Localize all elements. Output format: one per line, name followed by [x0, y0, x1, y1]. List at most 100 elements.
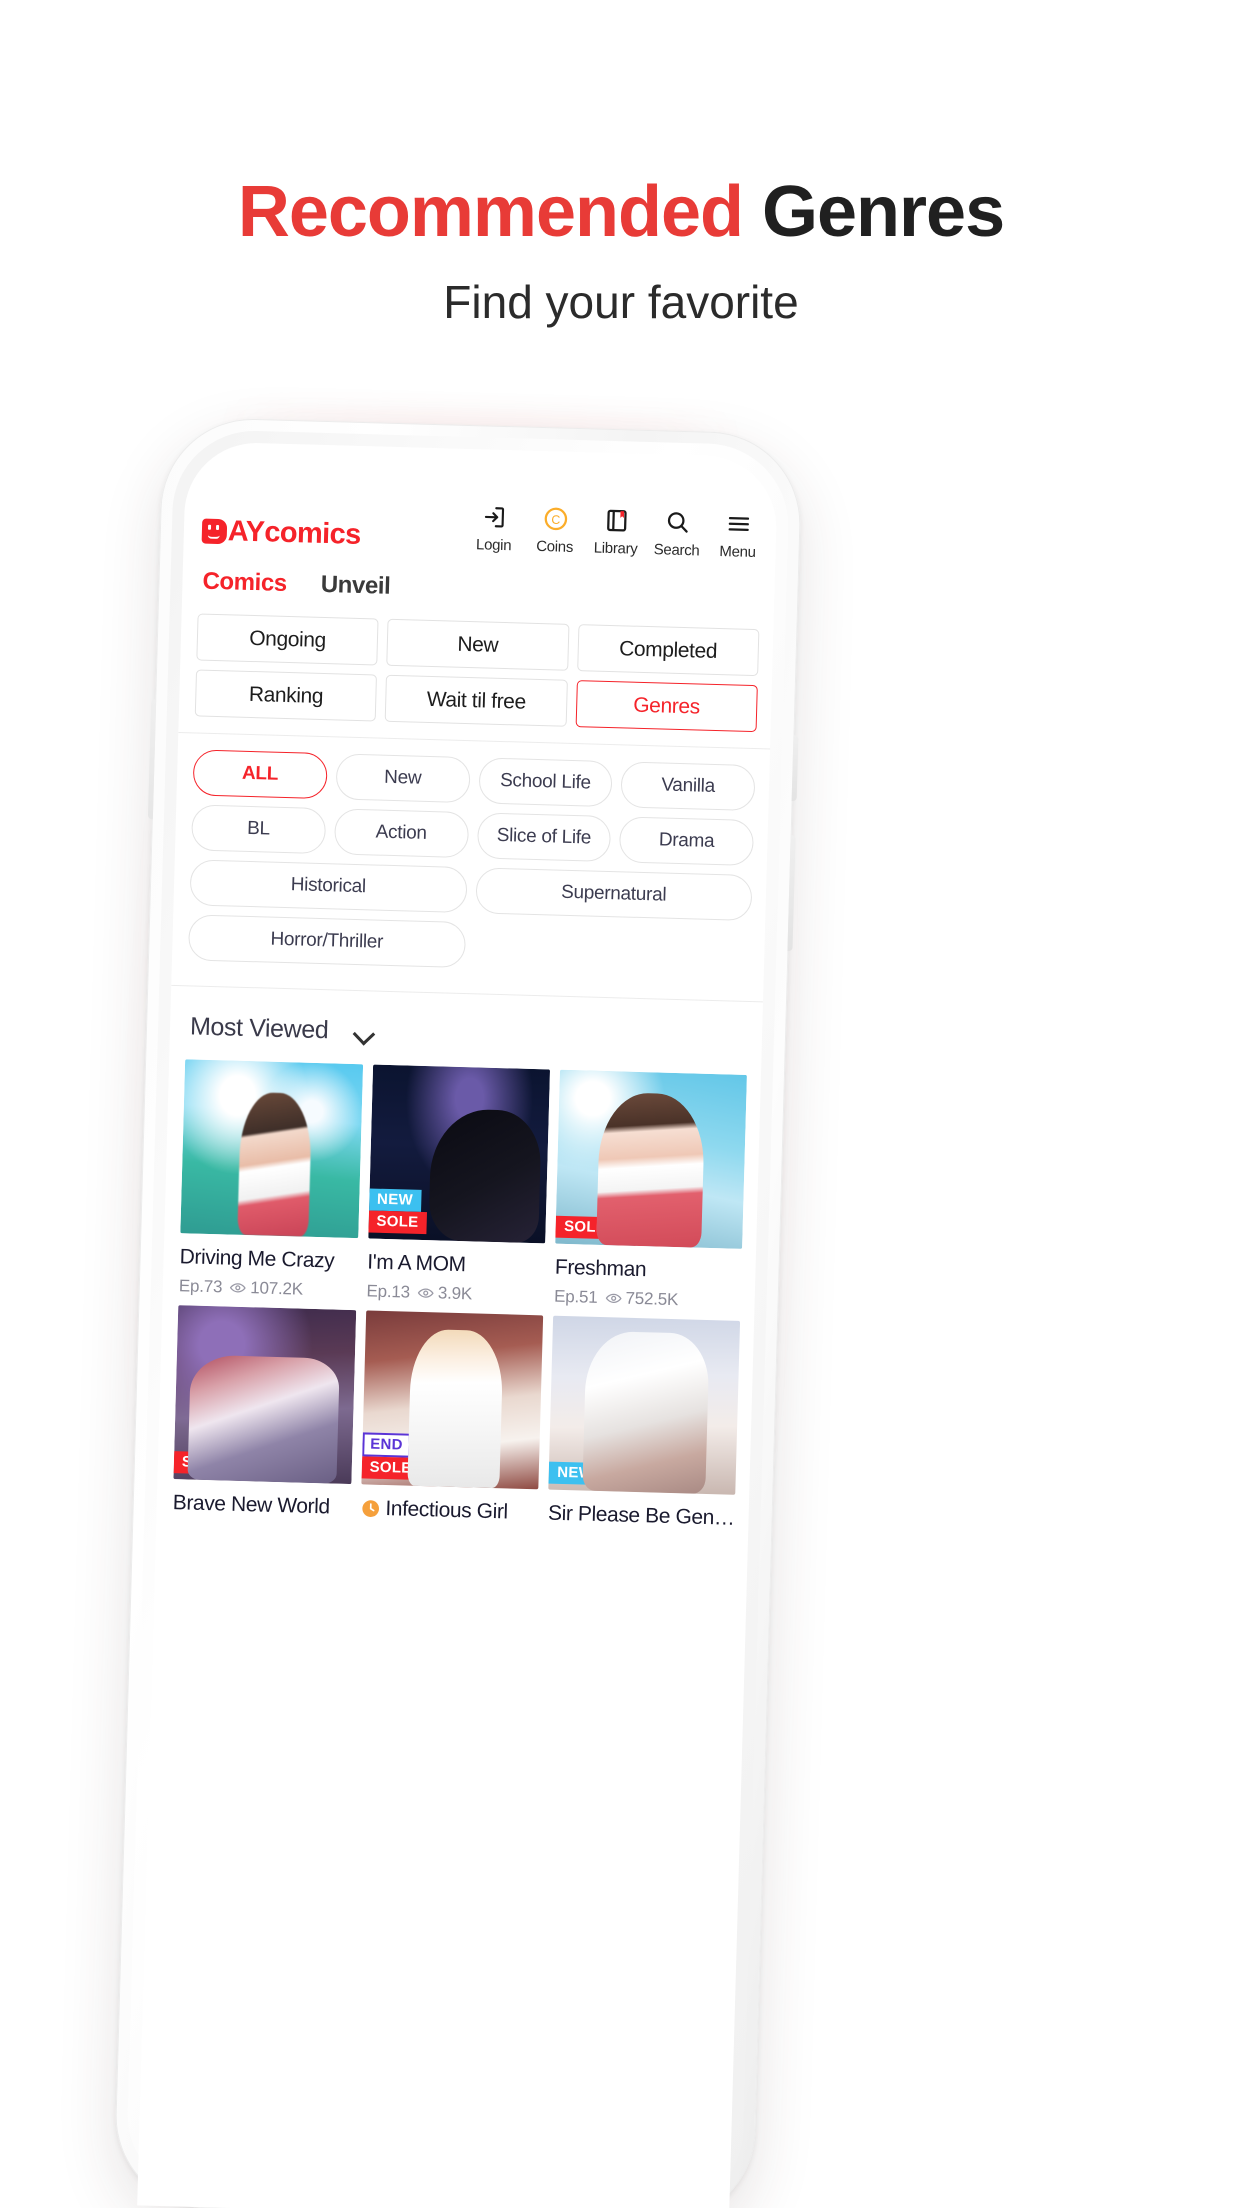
comic-card[interactable]: NEW Sir Please Be Gen…: [547, 1315, 741, 1531]
comic-episode: Ep.73: [178, 1276, 223, 1297]
genre-row-3: Historical Supernatural: [189, 859, 753, 922]
category-ranking[interactable]: Ranking: [194, 669, 378, 722]
nav-item-search[interactable]: Search: [653, 506, 700, 560]
comic-title: Infectious Girl: [360, 1496, 538, 1525]
comic-thumbnail: [180, 1059, 363, 1239]
comic-thumbnail: END SOLE: [361, 1310, 544, 1490]
genre-pill-slice-of-life[interactable]: Slice of Life: [476, 812, 612, 863]
svg-text:C: C: [551, 512, 560, 526]
badge-sole: SOLE: [368, 1210, 427, 1235]
comic-badges: NEW SOLE: [368, 1187, 427, 1235]
comic-badges: END SOLE: [361, 1431, 420, 1480]
comic-thumbnail: SOLE: [555, 1069, 747, 1249]
nav-label-search: Search: [653, 541, 700, 560]
comic-thumbnail: SOLE: [173, 1305, 356, 1485]
app-viewport: AY comics Login C Coins Library Search M…: [137, 441, 778, 2208]
genre-filter-list: ALL New School Life Vanilla BL Action Sl…: [187, 733, 756, 995]
tab-unveil[interactable]: Unveil: [320, 571, 390, 601]
app-nav-icons: Login C Coins Library Search Menu: [471, 501, 760, 563]
nav-label-library: Library: [593, 539, 638, 558]
genre-pill-bl[interactable]: BL: [191, 804, 326, 855]
page-title: Recommended Genres: [0, 172, 1242, 252]
sort-label: Most Viewed: [189, 1012, 329, 1045]
nav-item-login[interactable]: Login: [471, 501, 516, 554]
phone-body: AY comics Login C Coins Library Search M…: [113, 416, 803, 2208]
genre-pill-historical[interactable]: Historical: [189, 859, 468, 914]
genre-row-4: Horror/Thriller: [187, 914, 751, 976]
comic-meta: Ep.13 3.9K: [366, 1281, 544, 1306]
comic-title: Driving Me Crazy: [179, 1245, 335, 1273]
comic-badges: NEW: [548, 1461, 602, 1486]
genre-row-1: ALL New School Life Vanilla: [192, 749, 756, 812]
comic-card[interactable]: END SOLE Infectious Girl: [360, 1310, 544, 1525]
comic-thumbnail: NEW: [548, 1315, 741, 1495]
comic-card[interactable]: NEW SOLE I'm A MOM Ep.13 3.9K: [366, 1064, 551, 1307]
views-group: 752.5K: [605, 1288, 678, 1310]
comic-episode: Ep.51: [553, 1286, 598, 1307]
clock-icon: [362, 1500, 379, 1517]
genre-pill-vanilla[interactable]: Vanilla: [620, 761, 756, 812]
app-logo[interactable]: AY comics: [201, 515, 361, 552]
category-genres[interactable]: Genres: [575, 680, 758, 733]
comic-title: Sir Please Be Gen…: [547, 1501, 735, 1530]
chevron-down-icon: [354, 1025, 376, 1038]
badge-sole: SOLE: [361, 1456, 420, 1480]
page-title-plain: Genres: [762, 172, 1005, 252]
category-buttons: Ongoing New Completed Ranking Wait til f…: [194, 595, 760, 748]
login-arrow-icon: [481, 501, 509, 532]
comic-thumbnail: NEW SOLE: [367, 1064, 551, 1244]
genre-pill-action[interactable]: Action: [333, 808, 469, 859]
category-ongoing[interactable]: Ongoing: [196, 613, 379, 666]
category-completed[interactable]: Completed: [576, 624, 760, 677]
genre-pill-horror-thriller[interactable]: Horror/Thriller: [187, 914, 466, 969]
comic-card[interactable]: SOLE Freshman Ep.51 752.5K: [554, 1069, 747, 1312]
comic-meta: Ep.51 752.5K: [554, 1287, 741, 1312]
phone-screen: AY comics Login C Coins Library Search M…: [137, 441, 779, 2208]
comic-views: 3.9K: [437, 1283, 473, 1304]
app-header: AY comics Login C Coins Library Search M…: [199, 442, 764, 564]
hamburger-icon: [724, 508, 752, 539]
genre-pill-new[interactable]: New: [335, 753, 471, 804]
comic-views: 107.2K: [249, 1278, 304, 1299]
comic-badges: SOLE: [555, 1215, 615, 1240]
search-icon: [663, 506, 691, 537]
genre-row-2: BL Action Slice of Life Drama: [191, 804, 755, 867]
nav-label-coins: Coins: [535, 537, 574, 556]
comic-title-text: Infectious Girl: [385, 1497, 509, 1524]
genre-pill-school-life[interactable]: School Life: [477, 757, 613, 808]
comic-badges: SOLE: [173, 1450, 233, 1475]
comic-title: Freshman: [554, 1255, 647, 1282]
coin-icon: C: [542, 503, 570, 534]
logo-text-ay: AY: [227, 515, 265, 549]
nav-item-menu[interactable]: Menu: [715, 508, 760, 561]
nav-item-library[interactable]: Library: [593, 505, 638, 558]
badge-sole: SOLE: [173, 1450, 233, 1475]
page-title-accent: Recommended: [237, 172, 744, 252]
nav-label-menu: Menu: [719, 543, 756, 562]
logo-text-comics: comics: [263, 516, 362, 551]
nav-label-login: Login: [475, 536, 512, 555]
genre-pill-all[interactable]: ALL: [192, 749, 328, 800]
badge-end: END: [361, 1431, 412, 1458]
views-group: 3.9K: [417, 1283, 473, 1305]
book-icon: [602, 505, 630, 536]
badge-sole: SOLE: [555, 1215, 615, 1240]
comic-card[interactable]: Driving Me Crazy Ep.73 107.2K: [179, 1059, 363, 1301]
hero-section: Recommended Genres Find your favorite: [0, 172, 1242, 329]
comic-grid: Driving Me Crazy Ep.73 107.2K NEW SOLE I…: [172, 1059, 747, 1531]
nav-item-coins[interactable]: C Coins: [532, 503, 577, 556]
eye-icon: [605, 1293, 622, 1303]
category-wait-til-free[interactable]: Wait til free: [385, 674, 568, 727]
comic-views: 752.5K: [625, 1288, 679, 1310]
genre-pill-supernatural[interactable]: Supernatural: [474, 867, 753, 922]
tab-comics[interactable]: Comics: [202, 568, 287, 598]
phone-mockup: AY comics Login C Coins Library Search M…: [98, 402, 814, 2208]
logo-mark-icon: [201, 518, 228, 545]
eye-icon: [417, 1288, 434, 1298]
comic-episode: Ep.13: [366, 1281, 411, 1302]
category-new[interactable]: New: [386, 618, 570, 671]
genre-pill-drama[interactable]: Drama: [619, 816, 755, 867]
badge-new: NEW: [368, 1187, 422, 1212]
comic-card[interactable]: SOLE Brave New World: [172, 1305, 356, 1520]
comic-meta: Ep.73 107.2K: [179, 1276, 357, 1301]
